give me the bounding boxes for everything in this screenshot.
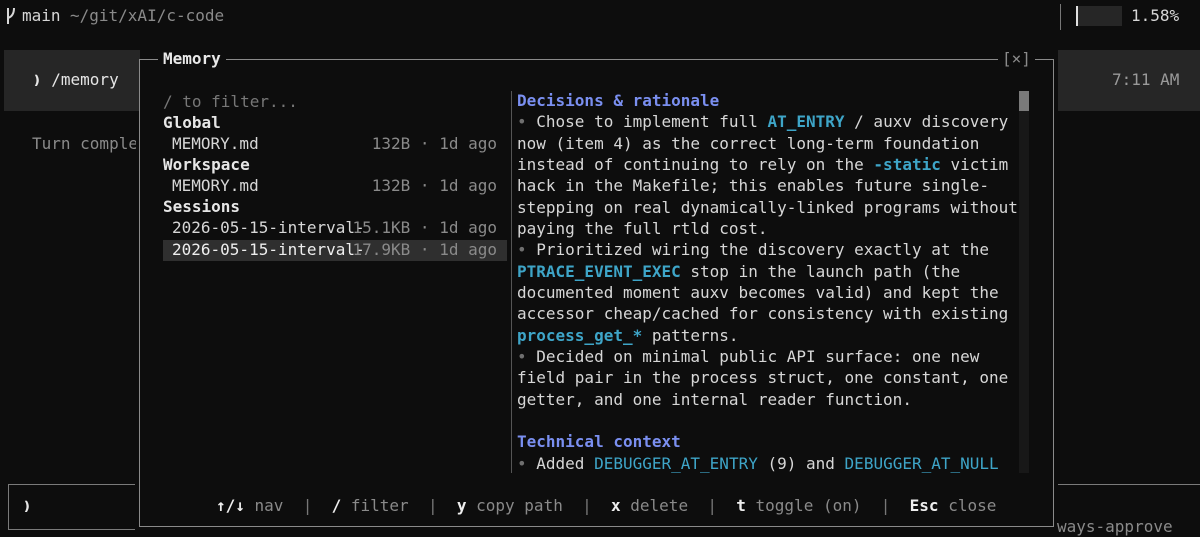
preview-line: • Decided on minimal public API surface:… — [517, 347, 980, 366]
preview-line: accessor cheap/cached for consistency wi… — [517, 304, 1009, 323]
memory-entry-global[interactable]: MEMORY.md 132B · 1d ago — [163, 134, 507, 155]
context-usage-percent: 1.58% — [1131, 6, 1180, 25]
user-command-text: ❫ /memory — [32, 70, 119, 89]
nav-key: ↑/↓ — [216, 496, 245, 515]
entry-name: 2026-05-15-interval- — [172, 218, 365, 237]
entry-name: MEMORY.md — [172, 134, 259, 153]
memory-entry-workspace[interactable]: MEMORY.md 132B · 1d ago — [163, 176, 507, 197]
preview-line: hack in the Makefile; this enables futur… — [517, 176, 990, 195]
esc-key: Esc — [909, 496, 939, 515]
group-global: Global — [163, 113, 221, 132]
preview-line: • Chose to implement full AT_ENTRY / aux… — [517, 112, 1009, 131]
memory-entry-session-1[interactable]: 2026-05-15-interval- 15.1KB · 1d ago — [163, 218, 507, 239]
preview-line: process_get_* patterns. — [517, 326, 739, 345]
preview-line: • Added DEBUGGER_AT_ENTRY (9) and DEBUGG… — [517, 454, 999, 473]
preview-scrollbar[interactable] — [1019, 91, 1029, 473]
group-sessions: Sessions — [163, 197, 241, 216]
entry-meta: 17.9KB · 1d ago — [352, 240, 498, 259]
entry-meta: 15.1KB · 1d ago — [352, 218, 498, 237]
preview-line: documented moment auxv becomes valid) an… — [517, 283, 999, 302]
modal-title: Memory — [158, 49, 226, 68]
timestamp: 7:11 AM — [1112, 70, 1180, 89]
preview-line: instead of continuing to rely on the -st… — [517, 155, 1009, 174]
entry-meta: 132B · 1d ago — [371, 134, 497, 153]
filter-key: / — [331, 496, 342, 515]
preview-scrollbar-thumb[interactable] — [1019, 91, 1029, 111]
entry-name: 2026-05-15-interval- — [172, 240, 365, 259]
memory-preview: Decisions & rationale • Chose to impleme… — [517, 91, 1017, 473]
usage-divider — [1060, 4, 1061, 30]
preview-line: paying the full rtld cost. — [517, 219, 768, 238]
filter-input[interactable]: / to filter... — [163, 92, 298, 111]
group-workspace: Workspace — [163, 155, 250, 174]
preview-line: stepping on real dynamically-linked prog… — [517, 198, 1017, 217]
prompt-input-border — [1058, 484, 1200, 485]
delete-key: x — [611, 496, 621, 515]
copy-key: y — [456, 496, 467, 515]
repo-path: ~/git/xAI/c-code — [70, 6, 225, 25]
preview-line: field pair in the process struct, one co… — [517, 368, 1009, 387]
branch-name: main — [22, 6, 61, 25]
entry-name: MEMORY.md — [172, 176, 259, 195]
close-button[interactable]: [×] — [998, 49, 1035, 68]
keybinding-footer: ↑/↓ nav | / filter | y copy path | x del… — [216, 496, 997, 515]
entry-meta: 132B · 1d ago — [371, 176, 497, 195]
preview-line: getter, and one internal reader function… — [517, 390, 912, 409]
preview-line: PTRACE_EVENT_EXEC stop in the launch pat… — [517, 262, 961, 281]
turn-status: Turn complete — [32, 134, 136, 153]
preview-line: • Prioritized wiring the discovery exact… — [517, 240, 990, 259]
preview-heading: Technical context — [517, 432, 681, 451]
preview-heading: Decisions & rationale — [517, 91, 720, 110]
pane-divider — [511, 91, 512, 473]
preview-line: now (item 4) as the correct long-term fo… — [517, 134, 980, 153]
memory-entry-session-2[interactable]: 2026-05-15-interval- 17.9KB · 1d ago — [163, 240, 507, 261]
prompt-caret: ❫ — [22, 496, 32, 515]
toggle-key: t — [736, 496, 746, 515]
approval-mode: ways-approve — [1057, 517, 1173, 536]
context-usage-fill — [1076, 6, 1078, 26]
context-usage-bar — [1076, 6, 1122, 26]
git-branch-icon — [7, 7, 15, 24]
